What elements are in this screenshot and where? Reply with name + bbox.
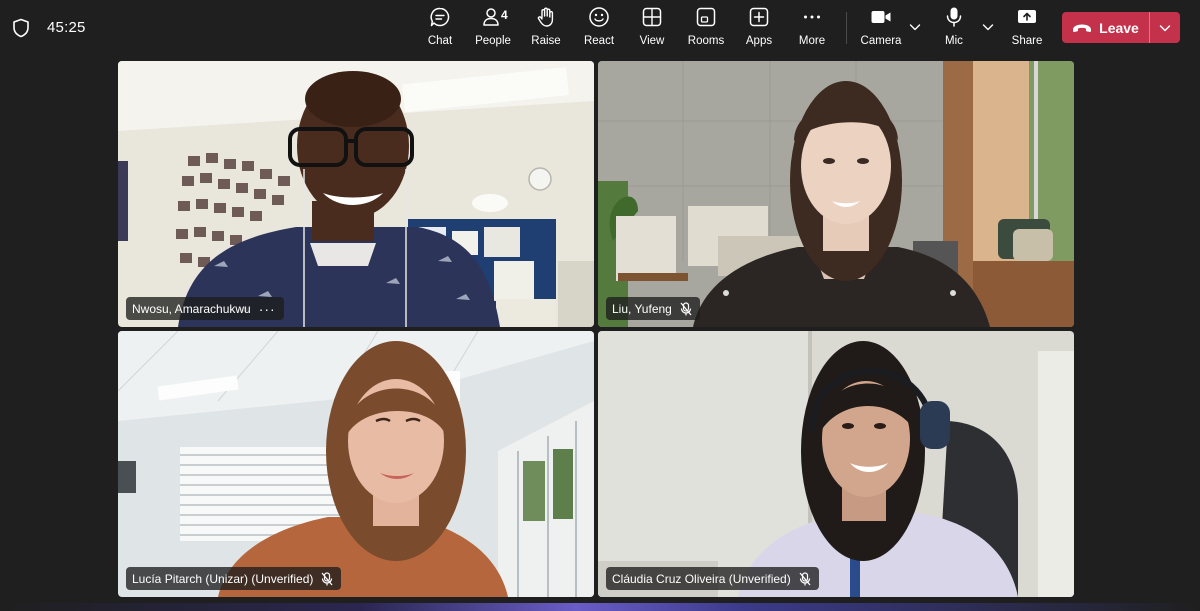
leave-options-button[interactable]	[1150, 12, 1180, 43]
video-tile[interactable]: Cláudia Cruz Oliveira (Unverified)	[598, 331, 1074, 597]
phone-hangup-icon	[1073, 24, 1092, 32]
participant-video-feed	[598, 61, 1074, 327]
share-label: Share	[1011, 35, 1043, 47]
meeting-toolbar: 45:25 Chat 4 People Raise React View Roo…	[0, 0, 1200, 56]
participant-name: Lucía Pitarch (Unizar) (Unverified)	[132, 571, 314, 586]
participant-nameplate: Nwosu, Amarachukwu ···	[126, 297, 284, 320]
video-tile[interactable]: Lucía Pitarch (Unizar) (Unverified)	[118, 331, 594, 597]
mic-options-chevron-icon[interactable]	[982, 22, 994, 32]
view-button[interactable]: View	[638, 6, 666, 52]
mic-button[interactable]: Mic	[942, 6, 966, 52]
participant-video-feed	[598, 331, 1074, 597]
rooms-button[interactable]: Rooms	[687, 6, 725, 52]
apps-button[interactable]: Apps	[745, 6, 773, 52]
camera-options-chevron-icon[interactable]	[909, 22, 921, 32]
apps-label: Apps	[745, 35, 773, 47]
share-button[interactable]: Share	[1012, 6, 1042, 52]
leave-button-group: Leave	[1062, 12, 1180, 43]
leave-label: Leave	[1099, 19, 1139, 36]
video-tile[interactable]: Liu, Yufeng	[598, 61, 1074, 327]
mic-off-icon	[321, 571, 333, 585]
camera-icon	[871, 11, 891, 23]
people-count-badge: 4	[501, 8, 508, 22]
raise-label: Raise	[531, 35, 561, 47]
shield-icon[interactable]	[12, 18, 30, 38]
rooms-icon	[696, 7, 716, 27]
mic-off-icon	[680, 301, 692, 315]
more-button[interactable]: More	[798, 6, 826, 52]
ellipsis-icon	[804, 15, 820, 19]
react-label: React	[583, 35, 615, 47]
chevron-down-icon	[1159, 24, 1171, 31]
leave-button[interactable]: Leave	[1062, 12, 1149, 43]
apps-plus-icon	[749, 7, 769, 27]
people-icon-wrap: 4	[482, 6, 508, 28]
meeting-timer: 45:25	[47, 19, 86, 36]
participant-video-feed	[118, 331, 594, 597]
participant-more-options-icon[interactable]: ···	[259, 302, 276, 316]
people-label: People	[475, 35, 511, 47]
microphone-icon	[946, 7, 962, 27]
react-button[interactable]: React	[584, 6, 614, 52]
people-button[interactable]: 4 People	[475, 6, 511, 52]
participant-name: Cláudia Cruz Oliveira (Unverified)	[612, 571, 791, 586]
participant-name: Liu, Yufeng	[612, 301, 672, 316]
bottom-accent-strip	[0, 603, 1200, 611]
participant-nameplate: Liu, Yufeng	[606, 297, 700, 320]
participant-nameplate: Lucía Pitarch (Unizar) (Unverified)	[126, 567, 342, 590]
chat-bubble-icon	[430, 7, 450, 27]
toolbar-divider	[846, 12, 847, 44]
mic-off-icon	[799, 571, 811, 585]
smiley-icon	[589, 7, 609, 27]
raise-hand-button[interactable]: Raise	[531, 6, 561, 52]
more-label: More	[798, 35, 826, 47]
camera-label: Camera	[860, 35, 902, 47]
grid-view-icon	[642, 7, 662, 27]
chat-label: Chat	[427, 35, 453, 47]
rooms-label: Rooms	[687, 35, 725, 47]
camera-button[interactable]: Camera	[860, 6, 902, 52]
video-tile[interactable]: Nwosu, Amarachukwu ···	[118, 61, 594, 327]
participant-nameplate: Cláudia Cruz Oliveira (Unverified)	[606, 567, 819, 590]
chat-button[interactable]: Chat	[424, 6, 456, 52]
view-label: View	[639, 35, 665, 47]
mic-label: Mic	[945, 35, 963, 47]
participant-video-feed	[118, 61, 594, 327]
share-tray-icon	[1018, 10, 1036, 23]
participant-name: Nwosu, Amarachukwu	[132, 301, 251, 316]
raise-hand-icon	[537, 7, 554, 27]
